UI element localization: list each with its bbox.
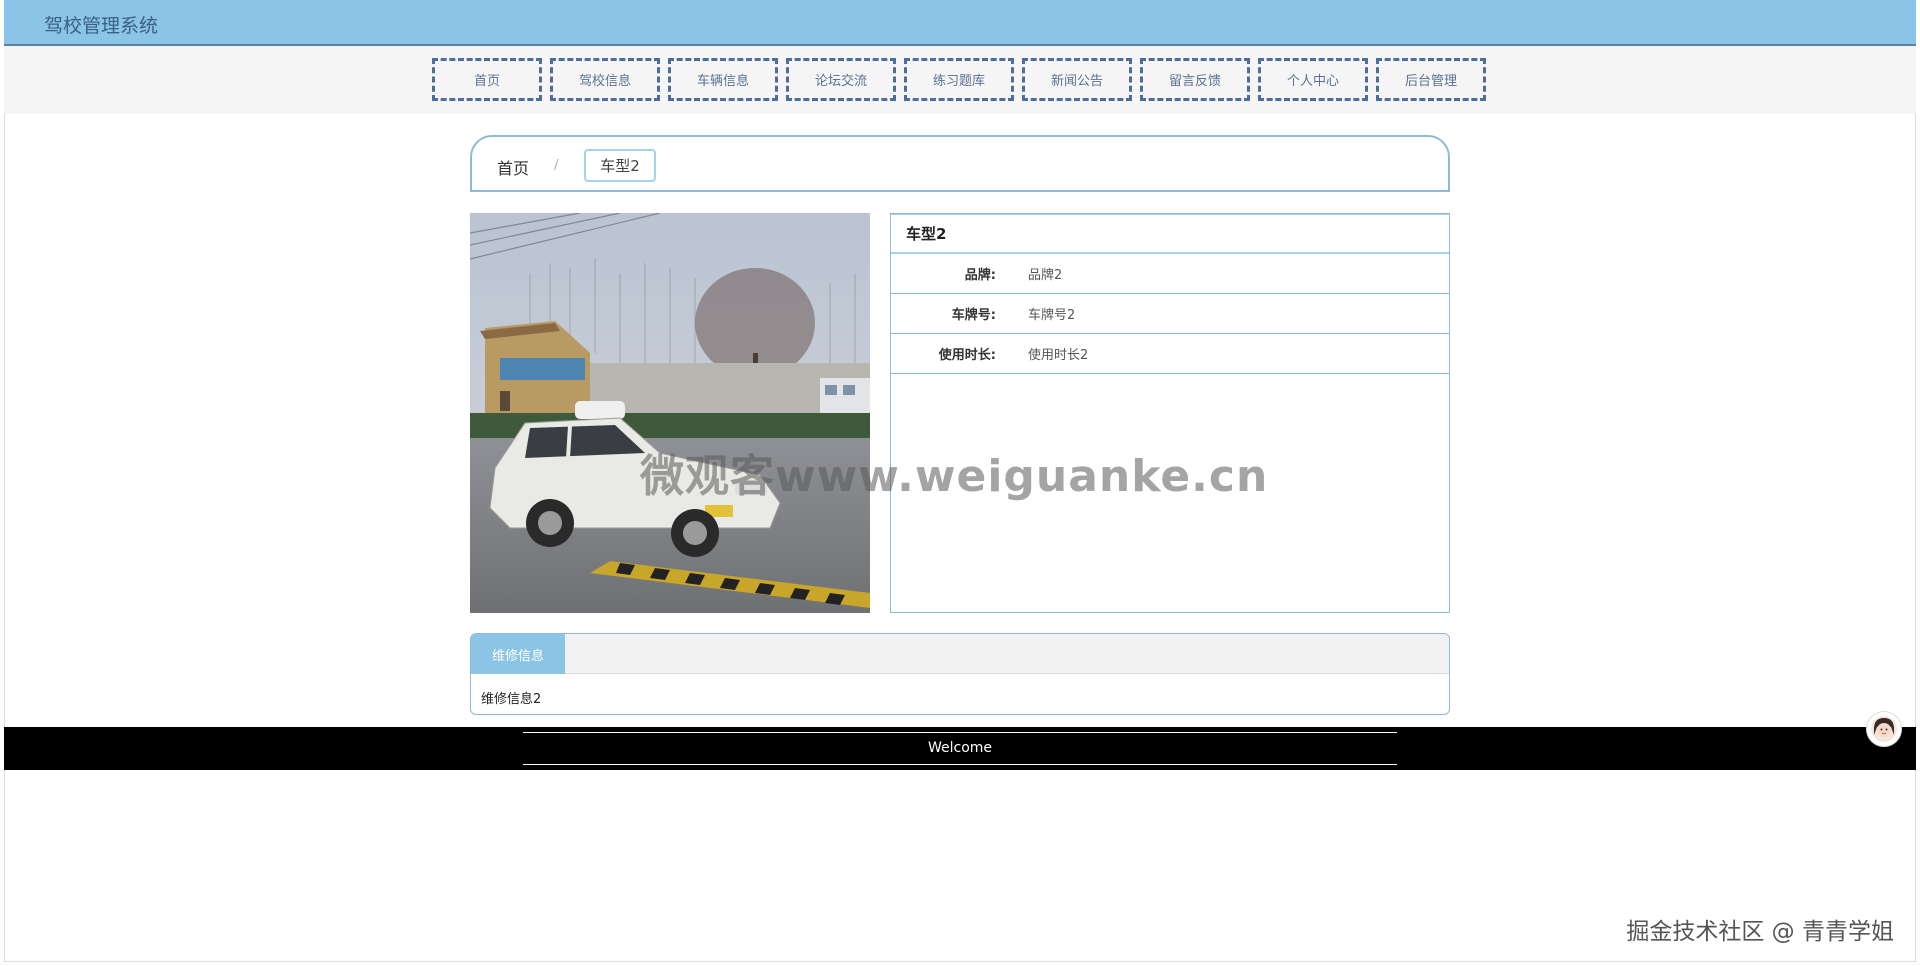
top-header: 驾校管理系统 (4, 0, 1916, 46)
plate-value: 车牌号2 (1028, 308, 1076, 323)
footer: Welcome (4, 727, 1916, 770)
breadcrumb-separator: / (554, 158, 559, 173)
nav-item-news[interactable]: 新闻公告 (1022, 58, 1132, 101)
breadcrumb: 首页 / 车型2 (470, 135, 1450, 192)
usage-label: 使用时长: (938, 348, 996, 363)
nav-item-home[interactable]: 首页 (432, 58, 542, 101)
tab-content: 维修信息2 (481, 692, 542, 707)
nav-item-school-info[interactable]: 驾校信息 (550, 58, 660, 101)
vehicle-detail-panel: 车型2 品牌: 品牌2 车牌号: 车牌号2 使用时长: 使用时长2 (890, 213, 1450, 613)
detail-row-usage: 使用时长: 使用时长2 (891, 334, 1449, 374)
plate-label: 车牌号: (951, 308, 996, 323)
app-title[interactable]: 驾校管理系统 (44, 11, 158, 38)
nav-item-forum[interactable]: 论坛交流 (786, 58, 896, 101)
nav-item-question-bank[interactable]: 练习题库 (904, 58, 1014, 101)
tab-repair-info[interactable]: 维修信息 (471, 634, 565, 674)
nav-item-admin[interactable]: 后台管理 (1376, 58, 1486, 101)
breadcrumb-current: 车型2 (584, 149, 656, 182)
main-nav: 首页 驾校信息 车辆信息 论坛交流 练习题库 新闻公告 留言反馈 个人中心 后台… (432, 58, 1486, 101)
nav-item-feedback[interactable]: 留言反馈 (1140, 58, 1250, 101)
breadcrumb-home-link[interactable]: 首页 (497, 155, 529, 179)
vehicle-title: 车型2 (891, 214, 1449, 254)
tabs-header: 维修信息 (471, 634, 1449, 674)
brand-label: 品牌: (964, 268, 996, 283)
nav-bar: 首页 驾校信息 车辆信息 论坛交流 练习题库 新闻公告 留言反馈 个人中心 后台… (4, 46, 1916, 114)
credit-watermark: 掘金技术社区 @ 青青学姐 (1626, 919, 1894, 945)
vehicle-photo (470, 213, 870, 613)
brand-value: 品牌2 (1028, 268, 1063, 283)
detail-row-plate: 车牌号: 车牌号2 (891, 294, 1449, 334)
footer-text: Welcome (927, 740, 993, 756)
repair-info-tabs: 维修信息 维修信息2 (470, 633, 1450, 715)
footer-bottom-rule (523, 764, 1397, 765)
watermark-text: 微观客www.weiguanke.cn (640, 451, 1269, 502)
usage-value: 使用时长2 (1028, 348, 1089, 363)
detail-row-brand: 品牌: 品牌2 (891, 254, 1449, 294)
nav-item-vehicle-info[interactable]: 车辆信息 (668, 58, 778, 101)
assistant-avatar-icon[interactable] (1866, 711, 1902, 747)
footer-top-rule (523, 732, 1397, 733)
nav-item-profile[interactable]: 个人中心 (1258, 58, 1368, 101)
